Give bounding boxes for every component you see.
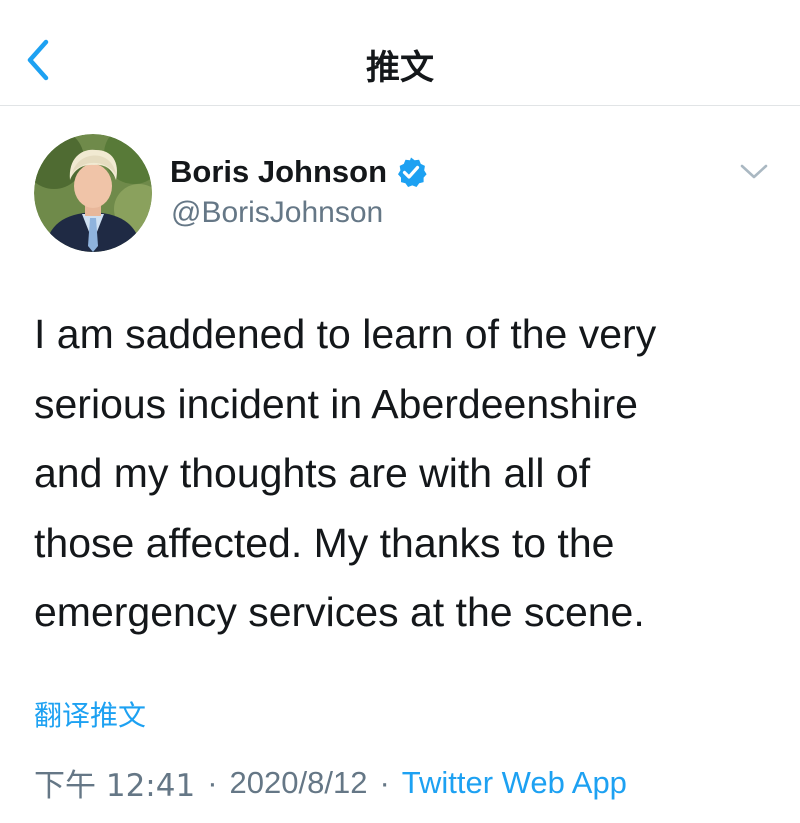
tweet-time: 下午 12:41: [34, 768, 196, 804]
tweet-meta-row: 下午 12:41 · 2020/8/12 · Twitter Web App: [34, 760, 627, 805]
top-nav-bar: 推文: [0, 0, 800, 106]
avatar[interactable]: [34, 134, 152, 252]
meta-separator: ·: [379, 764, 390, 800]
meta-separator: ·: [207, 764, 218, 800]
author-handle[interactable]: @BorisJohnson: [171, 196, 383, 230]
page-title: 推文: [366, 48, 434, 88]
tweet-date: 2020/8/12: [229, 764, 368, 800]
tweet-source-link[interactable]: Twitter Web App: [402, 765, 627, 801]
profile-photo: [34, 134, 152, 252]
chevron-down-icon: [740, 164, 768, 179]
verified-badge-icon: [395, 156, 427, 188]
translate-tweet-link[interactable]: 翻译推文: [34, 694, 146, 734]
display-name[interactable]: Boris Johnson: [170, 154, 387, 190]
more-options-button[interactable]: [736, 158, 772, 184]
tweet-text: I am saddened to learn of the very serio…: [34, 311, 657, 635]
author-name-row[interactable]: Boris Johnson: [170, 152, 427, 192]
